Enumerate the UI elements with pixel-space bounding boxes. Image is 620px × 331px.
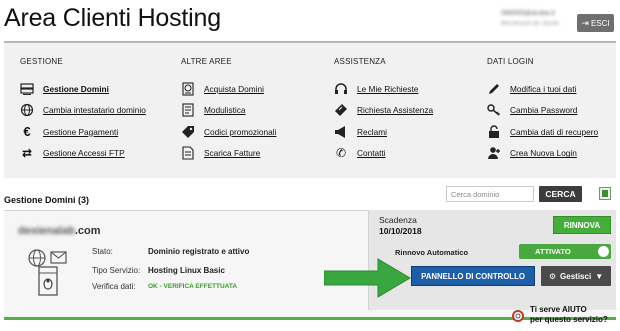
menu-item-cambia-password[interactable]: Cambia Password [487,100,598,122]
menu-column-gestione: GESTIONE Gestione Domini Cambia intestat… [20,57,146,164]
logout-button[interactable]: ⇥ ESCI [577,14,614,32]
form-icon [181,103,195,117]
tag-icon [181,125,195,139]
menu-item-reclami[interactable]: Reclami [334,121,433,143]
menu-item-gestione-domini[interactable]: Gestione Domini [20,78,146,100]
main-menu-panel: GESTIONE Gestione Domini Cambia intestat… [4,41,616,178]
lifebuoy-icon [512,309,524,322]
menu-label: Gestione Accessi FTP [43,148,125,159]
pencil-icon [487,82,501,96]
menu-heading-altre-aree: ALTRE AREE [181,57,232,66]
expiry-date: 10/10/2018 [379,226,422,236]
excel-export-icon[interactable] [599,187,611,200]
linux-server-icon [26,247,70,297]
add-user-icon [487,146,501,160]
menu-label: Cambia dati di recupero [510,126,599,137]
verify-label: Verifica dati: [92,282,136,291]
auto-renew-label: Rinnovo Automatico [395,248,469,257]
globe-document-icon [181,82,195,96]
key-icon [487,103,501,117]
help-link[interactable]: Ti serve AIUTO per questo servizio? [530,305,608,325]
verify-value: OK - VERIFICA EFFETTUATA [148,283,238,290]
control-panel-button[interactable]: PANNELLO DI CONTROLLO [411,266,535,286]
menu-item-cambia-intestatario[interactable]: Cambia intestatario dominio [20,100,146,122]
menu-label: Modulistica [204,105,246,116]
ticket-icon [334,103,348,117]
menu-heading-assistenza: ASSISTENZA [334,57,386,66]
menu-heading-gestione: GESTIONE [20,57,63,66]
manage-button[interactable]: ⚙ Gestisci ▼ [541,266,611,286]
menu-label: Codici promozionali [204,126,277,137]
menu-label: Cambia Password [510,105,578,116]
menu-item-modulistica[interactable]: Modulistica [181,100,276,122]
globe-icon [20,103,34,117]
menu-label: Scarica Fatture [204,148,261,159]
menu-item-nuova-login[interactable]: Crea Nuova Login [487,143,598,165]
menu-label: Gestione Pagamenti [43,126,119,137]
menu-column-assistenza: ASSISTENZA Le Mie Richieste Richiesta As… [334,57,433,164]
page-title: Area Clienti Hosting [4,4,221,32]
status-label: Stato: [92,247,113,256]
domain-search-input[interactable] [446,186,534,202]
help-line-1: Ti serve AIUTO [530,305,587,314]
menu-label: Modifica i tuoi dati [510,83,577,94]
green-arrow-annotation [323,257,412,299]
user-email: 086993@aruba.it [501,10,555,17]
menu-column-altre-aree: ALTRE AREE Acquista Domini Modulistica C… [181,57,276,164]
user-info: 086993@aruba.it MAURIZIO DE GENA [501,8,581,36]
menu-column-dati-login: DATI LOGIN Modifica i tuoi dati Cambia P… [487,57,598,164]
phone-icon: ✆ [335,146,347,161]
menu-item-gestione-pagamenti[interactable]: € Gestione Pagamenti [20,121,146,143]
menu-item-mie-richieste[interactable]: Le Mie Richieste [334,78,433,100]
menu-item-scarica-fatture[interactable]: Scarica Fatture [181,143,276,165]
menu-item-acquista-domini[interactable]: Acquista Domini [181,78,276,100]
menu-item-richiesta-assistenza[interactable]: Richiesta Assistenza [334,100,433,122]
server-icon [20,82,34,96]
toggle-knob [598,246,609,257]
menu-item-modifica-dati[interactable]: Modifica i tuoi dati [487,78,598,100]
domain-tld: .com [74,225,101,237]
domains-section-title: Gestione Domini (3) [4,195,90,205]
help-line-2: per questo servizio? [530,315,608,324]
menu-label: Contatti [357,148,386,159]
auto-renew-toggle[interactable]: ATTIVATO [519,244,611,259]
menu-item-contatti[interactable]: ✆ Contatti [334,143,433,165]
logout-label: ESCI [590,18,610,28]
domain-name-hidden: desienalab [18,225,75,237]
menu-label: Cambia intestatario dominio [43,105,146,116]
megaphone-icon [334,125,348,139]
manage-label: Gestisci [560,271,592,281]
headset-icon [334,82,348,96]
status-value: Dominio registrato e attivo [148,247,250,256]
menu-item-dati-recupero[interactable]: Cambia dati di recupero [487,121,598,143]
menu-item-codici-promozionali[interactable]: Codici promozionali [181,121,276,143]
menu-label: Gestione Domini [43,83,109,94]
menu-label: Crea Nuova Login [510,148,577,159]
auto-renew-state: ATTIVATO [535,247,571,256]
service-label: Tipo Servizio: [92,266,141,275]
renew-button[interactable]: RINNOVA [553,216,611,234]
menu-label: Acquista Domini [204,83,264,94]
padlock-icon [487,125,501,139]
menu-heading-dati-login: DATI LOGIN [487,57,534,66]
menu-label: Reclami [357,126,387,137]
transfer-arrows-icon: ⇄ [21,146,33,161]
domain-name[interactable]: desienalab.com [18,225,101,237]
menu-label: Le Mie Richieste [357,83,419,94]
search-button[interactable]: CERCA [539,186,582,202]
caret-down-icon: ▼ [595,271,604,281]
logout-icon: ⇥ [581,17,589,28]
menu-item-accessi-ftp[interactable]: ⇄ Gestione Accessi FTP [20,143,146,165]
invoice-icon [181,146,195,160]
menu-label: Richiesta Assistenza [357,105,434,116]
service-value: Hosting Linux Basic [148,266,225,275]
expiry-label: Scadenza [379,215,417,225]
user-name: MAURIZIO DE GENA [501,21,560,27]
euro-icon: € [23,124,31,140]
gear-icon: ⚙ [548,271,557,281]
